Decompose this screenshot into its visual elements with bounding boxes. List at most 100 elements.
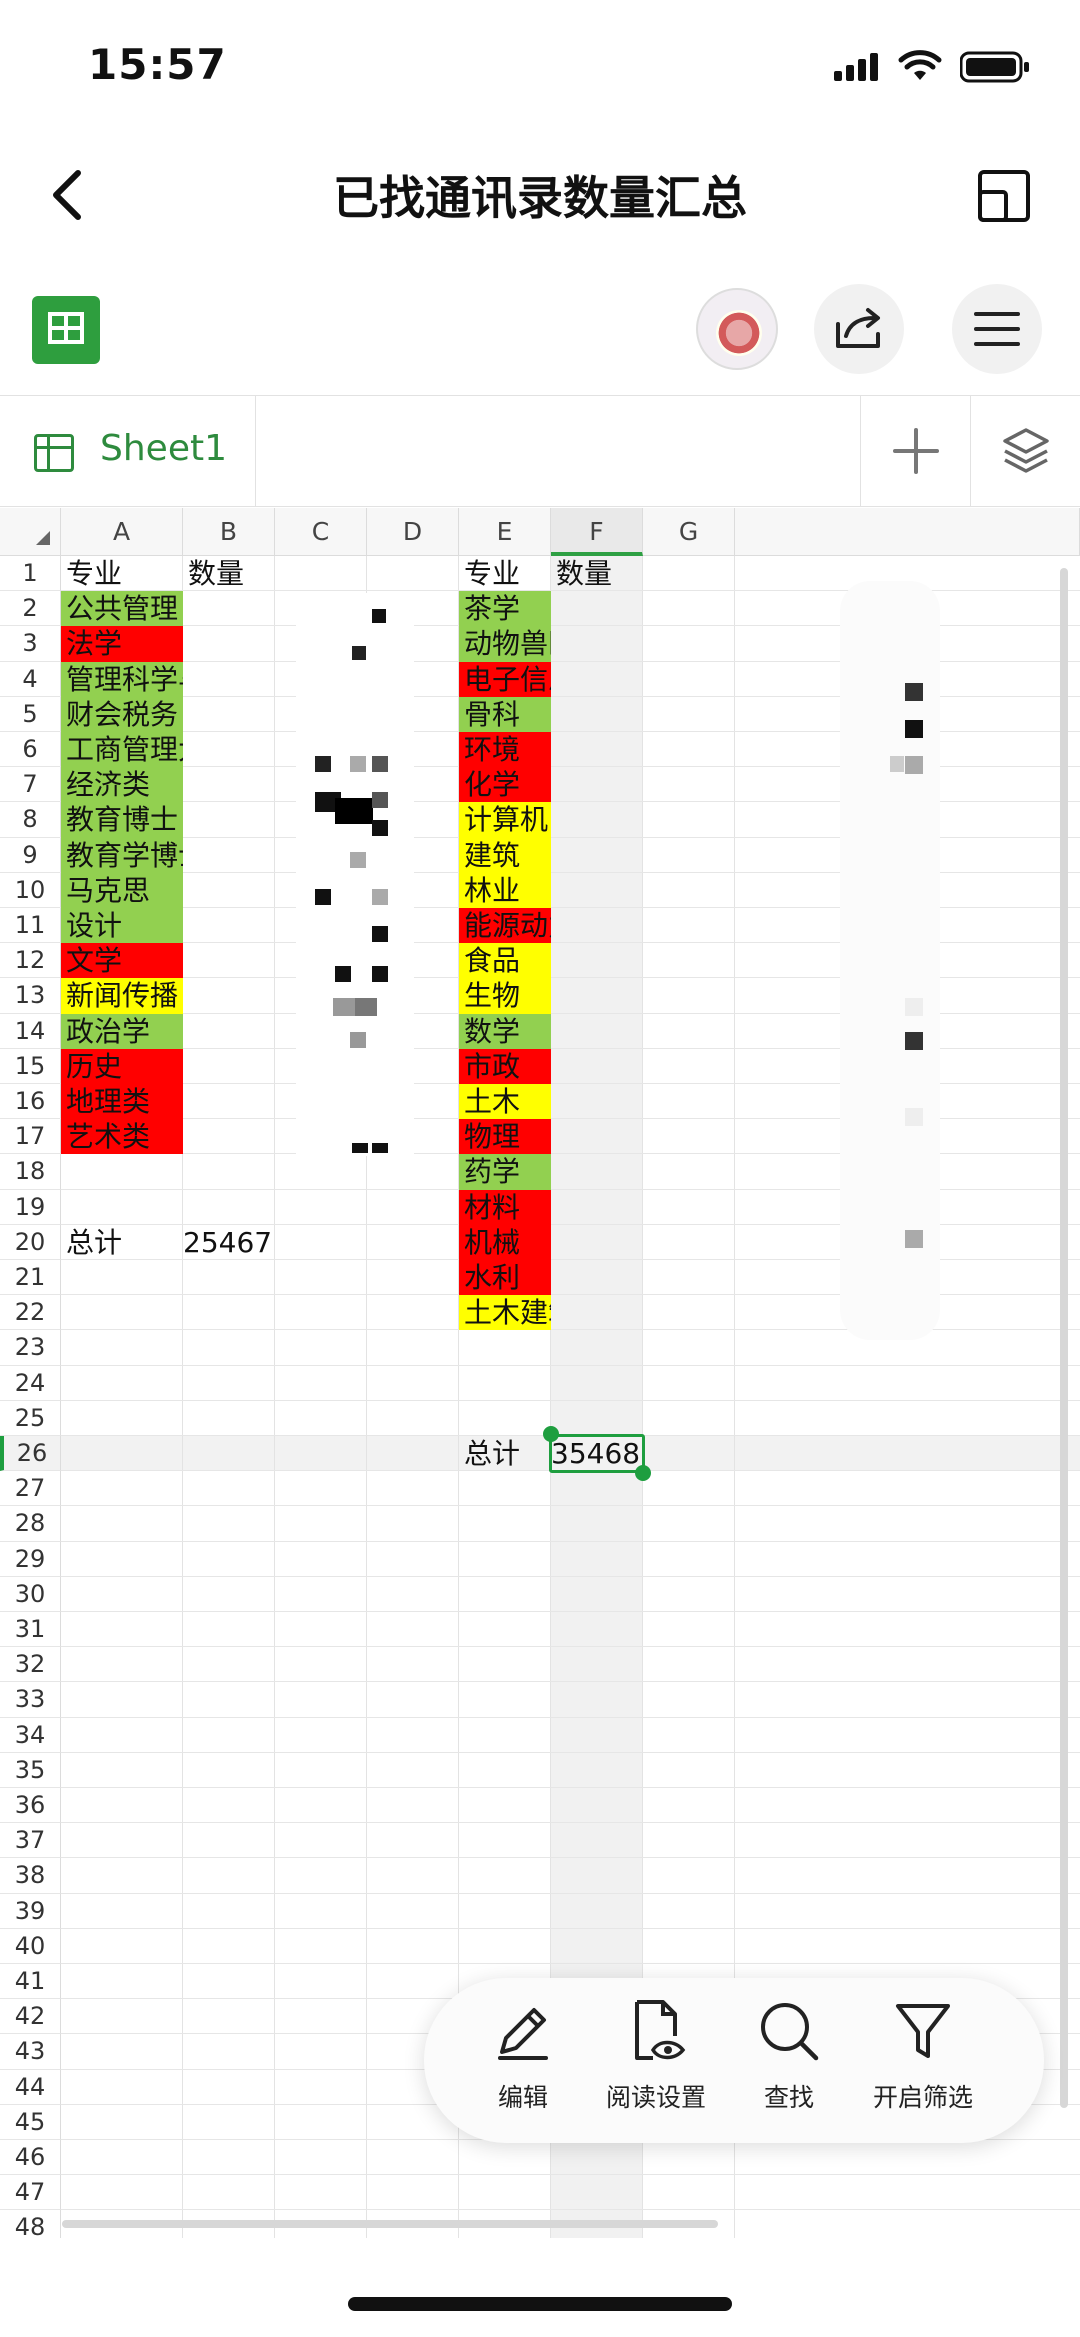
row-header[interactable]: 31 bbox=[0, 1612, 61, 1648]
row-header[interactable]: 46 bbox=[0, 2140, 61, 2176]
row-header[interactable]: 48 bbox=[0, 2210, 61, 2238]
row-header[interactable]: 24 bbox=[0, 1365, 61, 1401]
selection-handle-bottom-right[interactable] bbox=[635, 1465, 651, 1482]
major-cell[interactable]: 化学 bbox=[459, 767, 551, 803]
read-settings-button[interactable]: 阅读设置 bbox=[591, 1996, 721, 2126]
row-header[interactable]: 26 bbox=[0, 1436, 61, 1472]
major-cell[interactable]: 能源动力 bbox=[459, 908, 551, 944]
major-cell[interactable]: 财会税务 bbox=[61, 696, 183, 732]
major-cell[interactable]: 土木 bbox=[459, 1084, 551, 1120]
column-header-a[interactable]: A bbox=[61, 508, 183, 556]
share-button[interactable] bbox=[814, 284, 904, 374]
major-cell[interactable]: 文学 bbox=[61, 943, 183, 979]
row-header[interactable]: 40 bbox=[0, 1928, 61, 1964]
major-cell[interactable]: 工商管理大类 bbox=[61, 732, 183, 768]
vertical-scrollbar[interactable] bbox=[1060, 568, 1068, 2108]
filter-button[interactable]: 开启筛选 bbox=[858, 1996, 988, 2126]
row-header[interactable]: 6 bbox=[0, 732, 61, 768]
row-header[interactable]: 43 bbox=[0, 2034, 61, 2070]
row-header[interactable]: 21 bbox=[0, 1260, 61, 1296]
row-header[interactable]: 10 bbox=[0, 872, 61, 908]
total-label-cell[interactable]: 总计 bbox=[61, 1225, 183, 1260]
major-cell[interactable]: 地理类 bbox=[61, 1084, 183, 1120]
header-cell-count[interactable]: 数量 bbox=[551, 556, 643, 591]
major-cell[interactable]: 教育博士 bbox=[61, 802, 183, 838]
selected-cell-outline[interactable] bbox=[549, 1434, 645, 1474]
major-cell[interactable]: 计算机 bbox=[459, 802, 551, 838]
major-cell[interactable]: 药学 bbox=[459, 1154, 551, 1190]
major-cell[interactable]: 艺术类 bbox=[61, 1119, 183, 1155]
major-cell[interactable]: 土木建筑 bbox=[459, 1295, 551, 1331]
major-cell[interactable]: 新闻传播 bbox=[61, 978, 183, 1014]
row-header[interactable]: 35 bbox=[0, 1752, 61, 1788]
sheet-list-button[interactable] bbox=[970, 396, 1080, 506]
row-header[interactable]: 16 bbox=[0, 1084, 61, 1120]
row-header[interactable]: 11 bbox=[0, 908, 61, 944]
major-cell[interactable]: 公共管理 bbox=[61, 591, 183, 627]
add-sheet-button[interactable] bbox=[860, 396, 970, 506]
column-header-g[interactable]: G bbox=[643, 508, 735, 556]
row-header[interactable]: 29 bbox=[0, 1541, 61, 1577]
row-header[interactable]: 8 bbox=[0, 802, 61, 838]
row-header[interactable]: 47 bbox=[0, 2175, 61, 2211]
row-header[interactable]: 19 bbox=[0, 1189, 61, 1225]
row-header[interactable]: 44 bbox=[0, 2069, 61, 2105]
major-cell[interactable]: 建筑 bbox=[459, 837, 551, 873]
row-header[interactable]: 36 bbox=[0, 1788, 61, 1824]
row-header[interactable]: 39 bbox=[0, 1893, 61, 1929]
major-cell[interactable]: 材料 bbox=[459, 1189, 551, 1225]
horizontal-scrollbar[interactable] bbox=[62, 2220, 718, 2228]
row-header[interactable]: 14 bbox=[0, 1013, 61, 1049]
row-header[interactable]: 28 bbox=[0, 1506, 61, 1542]
row-header[interactable]: 22 bbox=[0, 1295, 61, 1331]
find-button[interactable]: 查找 bbox=[724, 1996, 854, 2126]
major-cell[interactable]: 食品 bbox=[459, 943, 551, 979]
column-header-d[interactable]: D bbox=[367, 508, 459, 556]
major-cell[interactable]: 动物兽医 bbox=[459, 626, 551, 662]
header-cell-count[interactable]: 数量 bbox=[183, 556, 275, 591]
major-cell[interactable]: 市政 bbox=[459, 1048, 551, 1084]
select-all-corner[interactable] bbox=[0, 508, 61, 556]
major-cell[interactable]: 环境 bbox=[459, 732, 551, 768]
header-cell-major[interactable]: 专业 bbox=[459, 556, 551, 591]
row-header[interactable]: 18 bbox=[0, 1154, 61, 1190]
menu-button[interactable] bbox=[952, 284, 1042, 374]
major-cell[interactable]: 政治学 bbox=[61, 1013, 183, 1049]
row-header[interactable]: 33 bbox=[0, 1682, 61, 1718]
major-cell[interactable]: 教育学博士 bbox=[61, 837, 183, 873]
row-header[interactable]: 23 bbox=[0, 1330, 61, 1366]
header-cell-major[interactable]: 专业 bbox=[61, 556, 183, 591]
major-cell[interactable]: 机械 bbox=[459, 1224, 551, 1260]
selection-handle-top-left[interactable] bbox=[543, 1426, 559, 1442]
row-header[interactable]: 38 bbox=[0, 1858, 61, 1894]
major-cell[interactable]: 历史 bbox=[61, 1048, 183, 1084]
row-header[interactable]: 32 bbox=[0, 1647, 61, 1683]
row-header[interactable]: 17 bbox=[0, 1119, 61, 1155]
major-cell[interactable]: 物理 bbox=[459, 1119, 551, 1155]
edit-button[interactable]: 编辑 bbox=[458, 1996, 588, 2126]
major-cell[interactable]: 法学 bbox=[61, 626, 183, 662]
major-cell[interactable]: 数学 bbox=[459, 1013, 551, 1049]
total-value-cell[interactable]: 25467 bbox=[183, 1225, 275, 1260]
row-header[interactable]: 45 bbox=[0, 2104, 61, 2140]
column-header-b[interactable]: B bbox=[183, 508, 275, 556]
row-header[interactable]: 20 bbox=[0, 1224, 61, 1260]
row-header[interactable]: 9 bbox=[0, 837, 61, 873]
major-cell[interactable]: 经济类 bbox=[61, 767, 183, 803]
row-header[interactable]: 4 bbox=[0, 661, 61, 697]
row-header[interactable]: 42 bbox=[0, 1999, 61, 2035]
row-header[interactable]: 7 bbox=[0, 767, 61, 803]
major-cell[interactable]: 生物 bbox=[459, 978, 551, 1014]
row-header[interactable]: 27 bbox=[0, 1471, 61, 1507]
major-cell[interactable]: 骨科 bbox=[459, 696, 551, 732]
row-header[interactable]: 37 bbox=[0, 1823, 61, 1859]
column-header-f[interactable]: F bbox=[551, 508, 643, 556]
avatar[interactable] bbox=[696, 288, 778, 370]
major-cell[interactable]: 电子信息 bbox=[459, 661, 551, 697]
row-header[interactable]: 2 bbox=[0, 591, 61, 627]
row-header[interactable]: 34 bbox=[0, 1717, 61, 1753]
major-cell[interactable]: 茶学 bbox=[459, 591, 551, 627]
major-cell[interactable]: 水利 bbox=[459, 1260, 551, 1296]
tab-sheet1[interactable]: Sheet1 bbox=[0, 396, 256, 506]
major-cell[interactable]: 管理科学与工程 bbox=[61, 661, 183, 697]
